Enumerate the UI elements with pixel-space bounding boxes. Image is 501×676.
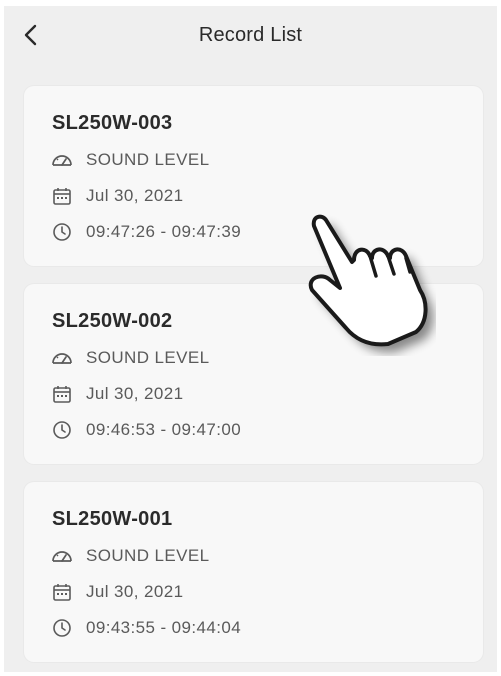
record-time-row: 09:47:26 - 09:47:39 <box>51 220 241 244</box>
record-card[interactable]: SL250W-002 SOUND LEVEL Jul 30, 2021 09:4… <box>24 284 483 464</box>
page-title: Record List <box>198 24 303 46</box>
record-date-row: Jul 30, 2021 <box>51 382 183 406</box>
record-date: Jul 30, 2021 <box>86 186 184 205</box>
record-type-row: SOUND LEVEL <box>51 148 209 172</box>
record-date: Jul 30, 2021 <box>86 582 184 601</box>
record-type-row: SOUND LEVEL <box>51 346 209 370</box>
record-time-range: 09:47:26 - 09:47:39 <box>86 222 242 241</box>
calendar-icon <box>51 383 73 405</box>
record-type: SOUND LEVEL <box>86 150 210 169</box>
record-type-row: SOUND LEVEL <box>51 544 209 568</box>
record-date: Jul 30, 2021 <box>86 384 184 403</box>
record-id: SL250W-001 <box>52 508 173 530</box>
record-time-range: 09:43:55 - 09:44:04 <box>86 618 242 637</box>
record-time-row: 09:46:53 - 09:47:00 <box>51 418 241 442</box>
record-date-row: Jul 30, 2021 <box>51 184 183 208</box>
record-time-range: 09:46:53 - 09:47:00 <box>86 420 242 439</box>
record-date-row: Jul 30, 2021 <box>51 580 183 604</box>
record-id: SL250W-002 <box>52 310 173 332</box>
clock-icon <box>51 221 73 243</box>
gauge-icon <box>51 149 73 171</box>
record-card[interactable]: SL250W-001 SOUND LEVEL Jul 30, 2021 09:4… <box>24 482 483 662</box>
record-id: SL250W-003 <box>52 112 173 134</box>
clock-icon <box>51 617 73 639</box>
record-type: SOUND LEVEL <box>86 348 210 367</box>
record-type: SOUND LEVEL <box>86 546 210 565</box>
record-card[interactable]: SL250W-003 SOUND LEVEL Jul 30, 2021 09:4… <box>24 86 483 266</box>
gauge-icon <box>51 347 73 369</box>
calendar-icon <box>51 581 73 603</box>
app-header: Record List <box>4 6 497 68</box>
record-list-screen: Record List SL250W-003 SOUND LEVEL Jul 3… <box>4 6 497 672</box>
clock-icon <box>51 419 73 441</box>
calendar-icon <box>51 185 73 207</box>
gauge-icon <box>51 545 73 567</box>
record-time-row: 09:43:55 - 09:44:04 <box>51 616 241 640</box>
